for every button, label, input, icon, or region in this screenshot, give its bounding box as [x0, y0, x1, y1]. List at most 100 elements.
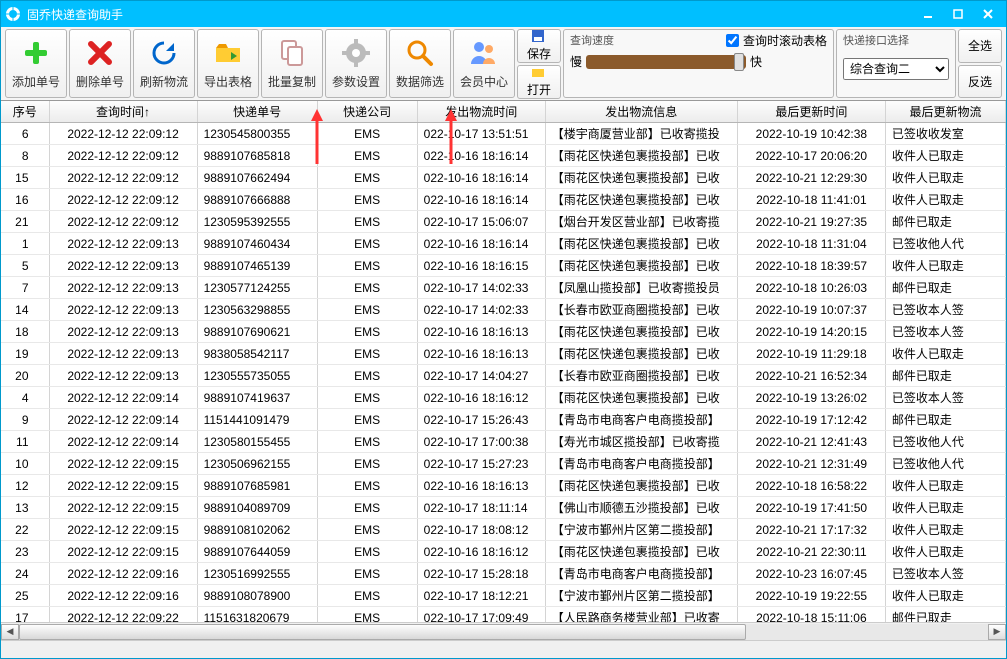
maximize-button[interactable]: [944, 4, 972, 24]
scroll-left-button[interactable]: ◀: [1, 624, 19, 640]
select-all-button[interactable]: 全选: [958, 29, 1002, 63]
cell-query-time: 2022-12-12 22:09:13: [49, 299, 197, 321]
col-last-update[interactable]: 最后更新时间: [737, 101, 885, 123]
table-row[interactable]: 112022-12-12 22:09:141230580155455EMS022…: [1, 431, 1006, 453]
cell-company: EMS: [317, 211, 417, 233]
table-row[interactable]: 182022-12-12 22:09:139889107690621EMS022…: [1, 321, 1006, 343]
cell-seq: 23: [1, 541, 49, 563]
col-send-info[interactable]: 发出物流信息: [545, 101, 737, 123]
table-row[interactable]: 122022-12-12 22:09:159889107685981EMS022…: [1, 475, 1006, 497]
refresh-button[interactable]: 刷新物流: [133, 29, 195, 98]
scroll-right-button[interactable]: ▶: [988, 624, 1006, 640]
cell-company: EMS: [317, 365, 417, 387]
col-query-time[interactable]: 查询时间↑: [49, 101, 197, 123]
interface-select[interactable]: 综合查询二: [843, 58, 949, 80]
slider-thumb[interactable]: [734, 53, 744, 71]
table-row[interactable]: 72022-12-12 22:09:131230577124255EMS022-…: [1, 277, 1006, 299]
cell-tracking: 1151631820679: [197, 607, 317, 623]
table-container[interactable]: 序号 查询时间↑ 快递单号 快递公司 发出物流时间 发出物流信息 最后更新时间 …: [1, 101, 1006, 622]
cell-last-info: 收件人已取走: [885, 189, 1005, 211]
cell-last-info: 收件人已取走: [885, 475, 1005, 497]
cell-tracking: 1230595392555: [197, 211, 317, 233]
scroll-checkbox-row[interactable]: 查询时滚动表格: [726, 32, 827, 49]
cell-seq: 11: [1, 431, 49, 453]
cell-last-info: 已签收本人签: [885, 387, 1005, 409]
open-button[interactable]: 打开: [517, 65, 561, 99]
horizontal-scrollbar[interactable]: ◀ ▶: [1, 622, 1006, 640]
scroll-thumb[interactable]: [19, 624, 746, 640]
table-row[interactable]: 212022-12-12 22:09:121230595392555EMS022…: [1, 211, 1006, 233]
table-row[interactable]: 142022-12-12 22:09:131230563298855EMS022…: [1, 299, 1006, 321]
cell-tracking: 9889107460434: [197, 233, 317, 255]
cell-query-time: 2022-12-12 22:09:22: [49, 607, 197, 623]
cell-company: EMS: [317, 167, 417, 189]
add-tracking-button[interactable]: 添加单号: [5, 29, 67, 98]
cell-query-time: 2022-12-12 22:09:13: [49, 255, 197, 277]
cell-tracking: 1151441091479: [197, 409, 317, 431]
scroll-label: 查询时滚动表格: [743, 32, 827, 49]
save-button[interactable]: 保存: [517, 29, 561, 63]
export-button[interactable]: 导出表格: [197, 29, 259, 98]
member-button[interactable]: 会员中心: [453, 29, 515, 98]
table-row[interactable]: 52022-12-12 22:09:139889107465139EMS022-…: [1, 255, 1006, 277]
table-row[interactable]: 92022-12-12 22:09:141151441091479EMS022-…: [1, 409, 1006, 431]
table-row[interactable]: 242022-12-12 22:09:161230516992555EMS022…: [1, 563, 1006, 585]
cell-send-info: 【宁波市鄞州片区第二揽投部】: [545, 519, 737, 541]
table-row[interactable]: 62022-12-12 22:09:121230545800355EMS022-…: [1, 123, 1006, 145]
col-company[interactable]: 快递公司: [317, 101, 417, 123]
cell-send-info: 【佛山市顺德五沙揽投部】已收: [545, 497, 737, 519]
table-row[interactable]: 132022-12-12 22:09:159889104089709EMS022…: [1, 497, 1006, 519]
col-last-info[interactable]: 最后更新物流: [885, 101, 1005, 123]
cell-send-time: 022-10-17 17:09:49: [417, 607, 545, 623]
copy-icon: [276, 37, 308, 69]
cell-last-info: 邮件已取走: [885, 607, 1005, 623]
copy-button[interactable]: 批量复制: [261, 29, 323, 98]
table-row[interactable]: 172022-12-12 22:09:221151631820679EMS022…: [1, 607, 1006, 623]
table-row[interactable]: 102022-12-12 22:09:151230506962155EMS022…: [1, 453, 1006, 475]
col-send-time[interactable]: 发出物流时间: [417, 101, 545, 123]
cell-last-update: 2022-10-18 11:41:01: [737, 189, 885, 211]
cell-last-info: 已签收本人签: [885, 299, 1005, 321]
settings-button[interactable]: 参数设置: [325, 29, 387, 98]
titlebar: 固乔快递查询助手: [1, 1, 1006, 27]
close-button[interactable]: [974, 4, 1002, 24]
invert-select-button[interactable]: 反选: [958, 65, 1002, 99]
cell-seq: 20: [1, 365, 49, 387]
cell-query-time: 2022-12-12 22:09:15: [49, 497, 197, 519]
col-seq[interactable]: 序号: [1, 101, 49, 123]
table-row[interactable]: 252022-12-12 22:09:169889108078900EMS022…: [1, 585, 1006, 607]
table-row[interactable]: 12022-12-12 22:09:139889107460434EMS022-…: [1, 233, 1006, 255]
filter-button[interactable]: 数据筛选: [389, 29, 451, 98]
table-row[interactable]: 42022-12-12 22:09:149889107419637EMS022-…: [1, 387, 1006, 409]
cell-send-info: 【雨花区快递包裹揽投部】已收: [545, 321, 737, 343]
table-row[interactable]: 152022-12-12 22:09:129889107662494EMS022…: [1, 167, 1006, 189]
cell-last-update: 2022-10-23 16:07:45: [737, 563, 885, 585]
window-controls: [914, 4, 1002, 24]
speed-panel: 查询速度 查询时滚动表格 慢 快: [563, 29, 834, 98]
cell-seq: 10: [1, 453, 49, 475]
speed-slider[interactable]: [586, 55, 746, 69]
table-row[interactable]: 202022-12-12 22:09:131230555735055EMS022…: [1, 365, 1006, 387]
cell-send-time: 022-10-16 18:16:14: [417, 233, 545, 255]
cell-seq: 21: [1, 211, 49, 233]
cell-last-update: 2022-10-18 18:39:57: [737, 255, 885, 277]
table-row[interactable]: 232022-12-12 22:09:159889107644059EMS022…: [1, 541, 1006, 563]
cell-last-update: 2022-10-19 17:41:50: [737, 497, 885, 519]
plus-icon: [20, 37, 52, 69]
table-row[interactable]: 82022-12-12 22:09:129889107685818EMS022-…: [1, 145, 1006, 167]
scroll-track[interactable]: [19, 624, 988, 640]
cell-last-update: 2022-10-19 13:26:02: [737, 387, 885, 409]
col-tracking[interactable]: 快递单号: [197, 101, 317, 123]
table-row[interactable]: 162022-12-12 22:09:129889107666888EMS022…: [1, 189, 1006, 211]
save-icon: [531, 29, 547, 45]
cell-send-info: 【青岛市电商客户电商揽投部】: [545, 453, 737, 475]
cell-query-time: 2022-12-12 22:09:12: [49, 189, 197, 211]
cell-company: EMS: [317, 541, 417, 563]
minimize-button[interactable]: [914, 4, 942, 24]
table-row[interactable]: 222022-12-12 22:09:159889108102062EMS022…: [1, 519, 1006, 541]
cell-company: EMS: [317, 343, 417, 365]
delete-tracking-button[interactable]: 删除单号: [69, 29, 131, 98]
table-row[interactable]: 192022-12-12 22:09:139838058542117EMS022…: [1, 343, 1006, 365]
scroll-checkbox[interactable]: [726, 34, 739, 47]
cell-last-update: 2022-10-18 10:26:03: [737, 277, 885, 299]
